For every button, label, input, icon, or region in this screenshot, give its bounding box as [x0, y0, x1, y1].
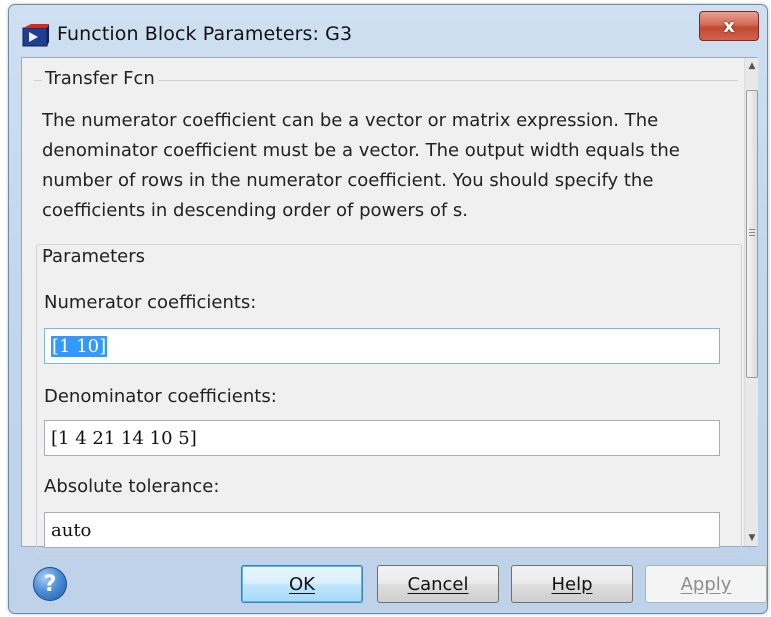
apply-button[interactable]: Apply: [645, 565, 767, 603]
ok-button[interactable]: OK: [241, 565, 363, 603]
scroll-down-icon[interactable]: ▼: [745, 530, 759, 546]
numerator-value: [1 10]: [51, 335, 108, 357]
cancel-button[interactable]: Cancel: [377, 565, 499, 603]
dialog-content: Transfer Fcn The numerator coefficient c…: [21, 57, 758, 554]
tolerance-label: Absolute tolerance:: [44, 476, 220, 497]
dialog-window: Function Block Parameters: G3 x Transfer…: [8, 4, 768, 614]
close-button[interactable]: x: [699, 11, 759, 41]
apply-label: Apply: [680, 573, 732, 595]
tolerance-value: auto: [51, 519, 92, 541]
close-icon: x: [723, 15, 735, 37]
denominator-input[interactable]: [1 4 21 14 10 5]: [44, 420, 720, 456]
scroll-thumb[interactable]: [746, 90, 758, 378]
numerator-input[interactable]: [1 10]: [44, 328, 720, 364]
denominator-label: Denominator coefficients:: [44, 386, 277, 407]
numerator-label: Numerator coefficients:: [44, 292, 257, 313]
scroll-up-icon[interactable]: ▲: [745, 58, 759, 74]
title-bar[interactable]: Function Block Parameters: G3 x: [9, 5, 767, 59]
help-glyph: ?: [43, 571, 57, 597]
ok-label: OK: [289, 573, 315, 595]
app-icon: [22, 24, 49, 47]
help-button[interactable]: Help: [511, 565, 633, 603]
tolerance-input[interactable]: auto: [44, 512, 720, 548]
help-label: Help: [551, 573, 593, 595]
help-icon[interactable]: ?: [33, 567, 67, 601]
block-description: The numerator coefficient can be a vecto…: [42, 110, 680, 221]
cancel-label: Cancel: [407, 573, 469, 595]
parameters-title: Parameters: [42, 246, 146, 267]
window-title: Function Block Parameters: G3: [57, 23, 353, 45]
denominator-value: [1 4 21 14 10 5]: [51, 427, 197, 449]
vertical-scrollbar[interactable]: ▲ ▼: [744, 58, 758, 546]
grip-icon: [749, 229, 755, 236]
block-type-title: Transfer Fcn: [42, 68, 158, 89]
